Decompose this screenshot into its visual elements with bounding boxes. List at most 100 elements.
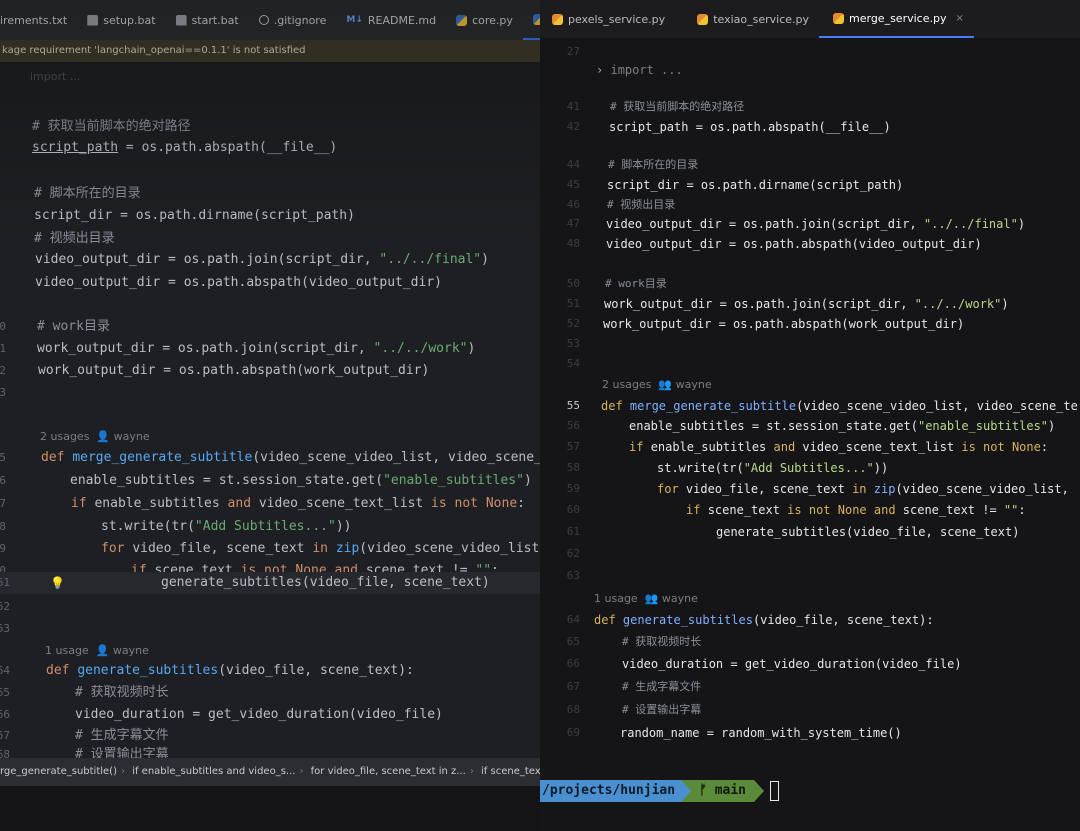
code-token: ): [481, 252, 489, 267]
line-number: 5: [0, 451, 6, 464]
tab-readme[interactable]: M↓ README.md: [336, 0, 446, 40]
line-number: 55: [566, 399, 580, 412]
breadcrumb-item[interactable]: if scene_text is not None and: [481, 766, 540, 777]
breadcrumb-item[interactable]: rge_generate_subtitle(): [0, 766, 117, 777]
code-comment: # 视频出目录: [34, 231, 115, 246]
usages-hint[interactable]: 2 usages: [40, 430, 89, 443]
code-string: "../../final": [379, 252, 482, 267]
author-name: wayne: [113, 430, 150, 443]
breadcrumb-item[interactable]: for video_file, scene_text in z...: [311, 766, 466, 777]
code-line: script_path = os.path.abspath(__file__): [609, 120, 891, 134]
code-line: work_output_dir = os.path.abspath(work_o…: [603, 317, 965, 331]
line-number: 66: [566, 657, 580, 670]
code-comment: # 获取视频时长: [75, 685, 169, 700]
terminal-prompt[interactable]: /projects/hunjian ᚠ main: [540, 780, 780, 802]
code-token: )): [873, 461, 889, 475]
import-fold[interactable]: import ...: [610, 63, 682, 77]
code-token: ): [1048, 419, 1056, 433]
tab-pexels-service[interactable]: pexels_service.py: [540, 0, 675, 38]
code-token: video_scene_text_list: [802, 440, 962, 454]
line-number: 62: [0, 600, 10, 613]
tab-core-py[interactable]: core.py: [446, 0, 523, 40]
git-branch-icon: ᚠ: [699, 783, 707, 798]
code-comment: # 获取当前脚本的绝对路径: [610, 100, 745, 113]
line-number: 65: [566, 635, 580, 648]
code-function: merge_generate_subtitle: [629, 399, 797, 413]
line-number: 42: [566, 120, 580, 133]
tab-merge-service[interactable]: merge_service.py ×: [819, 0, 974, 38]
breadcrumb-item[interactable]: if enable_subtitles and video_s...: [132, 766, 295, 777]
code-string: "enable_subtitles": [917, 419, 1049, 433]
batch-file-icon: [175, 14, 187, 26]
batch-file-icon: [87, 14, 99, 26]
line-number: 3: [0, 386, 6, 399]
usages-hint[interactable]: 1 usage: [45, 644, 89, 657]
code-token: ): [523, 473, 532, 488]
code-token: (video_scene_video_list,: [359, 541, 540, 556]
code-comment: # 生成字幕文件: [622, 680, 702, 693]
terminal-path: /projects/hunjian: [540, 780, 682, 802]
code-function: generate_subtitles: [77, 663, 219, 678]
tab-label: .gitignore: [273, 13, 327, 27]
code-keyword: def: [46, 663, 78, 678]
code-token: (video_file, scene_text):: [752, 613, 934, 627]
line-number: 8: [0, 520, 6, 533]
left-bottom-area: [0, 786, 540, 831]
line-number: 59: [566, 482, 580, 495]
code-string: "../../work": [373, 341, 468, 356]
line-number: 65: [0, 686, 10, 699]
code-token: video_output_dir = os.path.join(script_d…: [606, 217, 924, 231]
code-string: "": [1003, 503, 1019, 517]
code-keyword: and: [227, 496, 259, 511]
line-number: 41: [566, 100, 580, 113]
code-token: work_output_dir = os.path.join(script_di…: [37, 341, 374, 356]
code-function: merge_generate_subtitle: [72, 450, 253, 465]
python-file-icon: [833, 12, 845, 24]
line-number: 47: [566, 217, 580, 230]
breadcrumb: rge_generate_subtitle() › if enable_subti…: [0, 758, 540, 786]
code-token: scene_text: [707, 503, 788, 517]
fold-chevron-icon[interactable]: ›: [596, 63, 603, 77]
terminal-cursor[interactable]: [770, 781, 780, 801]
code-keyword: def: [594, 613, 623, 627]
usages-hint[interactable]: 1 usage: [594, 592, 638, 605]
tab-gitignore[interactable]: .gitignore: [249, 0, 337, 40]
code-keyword: is not None: [431, 496, 518, 511]
line-number: 68: [566, 703, 580, 716]
code-keyword: and: [773, 440, 803, 454]
usages-hint[interactable]: 2 usages: [602, 378, 651, 391]
code-comment: # 脚本所在的目录: [608, 158, 699, 171]
code-token: work_output_dir = os.path.join(script_di…: [604, 297, 915, 311]
close-tab-icon[interactable]: ×: [955, 13, 963, 24]
tab-texiao-service[interactable]: texiao_service.py: [675, 0, 819, 38]
tab-start-bat[interactable]: start.bat: [166, 0, 249, 40]
line-number: 56: [566, 419, 580, 432]
code-token: enable_subtitles = st.session_state.get(: [629, 419, 918, 433]
code-line: script_dir = os.path.dirname(script_path…: [34, 208, 355, 223]
code-token: video_file, scene_text: [132, 541, 313, 556]
import-fold[interactable]: import ...: [30, 66, 80, 88]
code-line: generate_subtitles(video_file, scene_tex…: [161, 575, 490, 590]
code-line: video_output_dir = os.path.abspath(video…: [35, 275, 442, 290]
line-number: 64: [0, 664, 10, 677]
code-line: script_dir = os.path.dirname(script_path…: [607, 178, 904, 192]
line-number: 9: [0, 542, 6, 555]
tab-label: setup.bat: [103, 13, 156, 27]
tab-merge-active[interactable]: m: [522, 0, 540, 40]
python-file-icon: [697, 13, 709, 25]
line-number: 63: [566, 569, 580, 582]
code-keyword: in: [312, 541, 336, 556]
code-comment: # work目录: [605, 277, 667, 290]
tab-label: core.py: [472, 13, 513, 27]
code-line: work_output_dir = os.path.abspath(work_o…: [38, 363, 430, 378]
code-token: video_file, scene_text: [685, 482, 853, 496]
tab-setup-bat[interactable]: setup.bat: [77, 0, 165, 40]
tab-label: merge_service.py: [849, 11, 947, 25]
code-comment: # 设置输出字幕: [622, 703, 702, 716]
code-line: video_duration = get_video_duration(vide…: [622, 657, 962, 671]
code-function: zip: [873, 482, 896, 496]
tab-requirements[interactable]: irements.txt: [0, 0, 77, 40]
code-string: "../../final": [923, 217, 1018, 231]
code-line: video_duration = get_video_duration(vide…: [75, 707, 443, 722]
lightbulb-icon[interactable]: 💡: [50, 572, 65, 594]
